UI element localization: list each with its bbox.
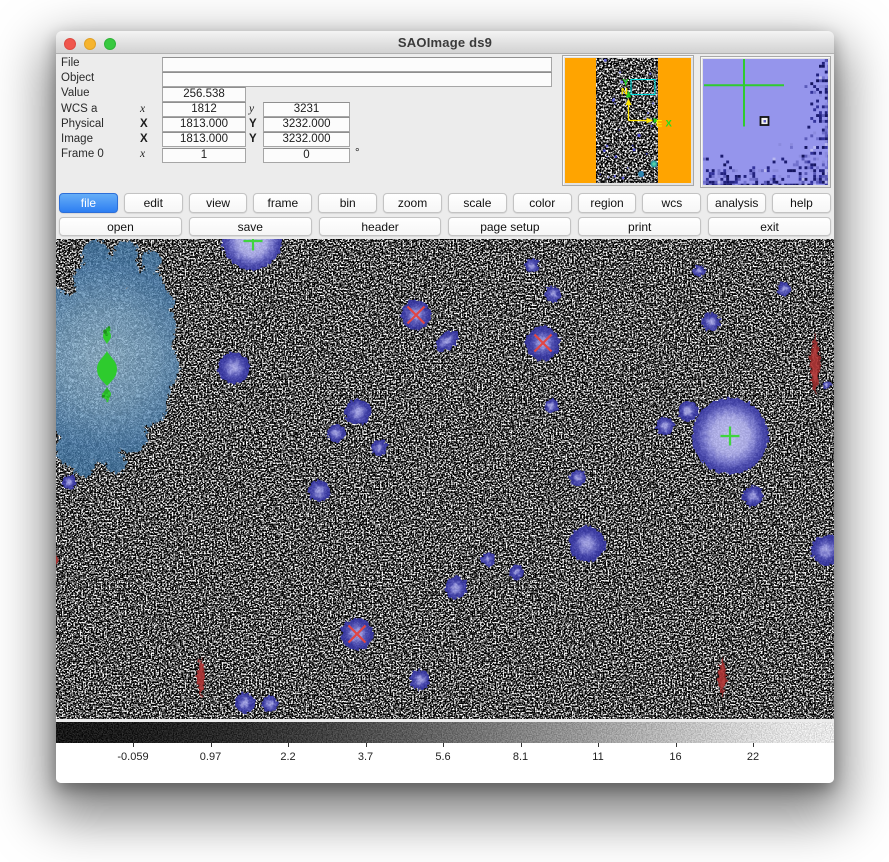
svg-text:N: N bbox=[621, 87, 628, 98]
svg-text:X: X bbox=[666, 119, 673, 130]
svg-text:E: E bbox=[656, 119, 662, 130]
